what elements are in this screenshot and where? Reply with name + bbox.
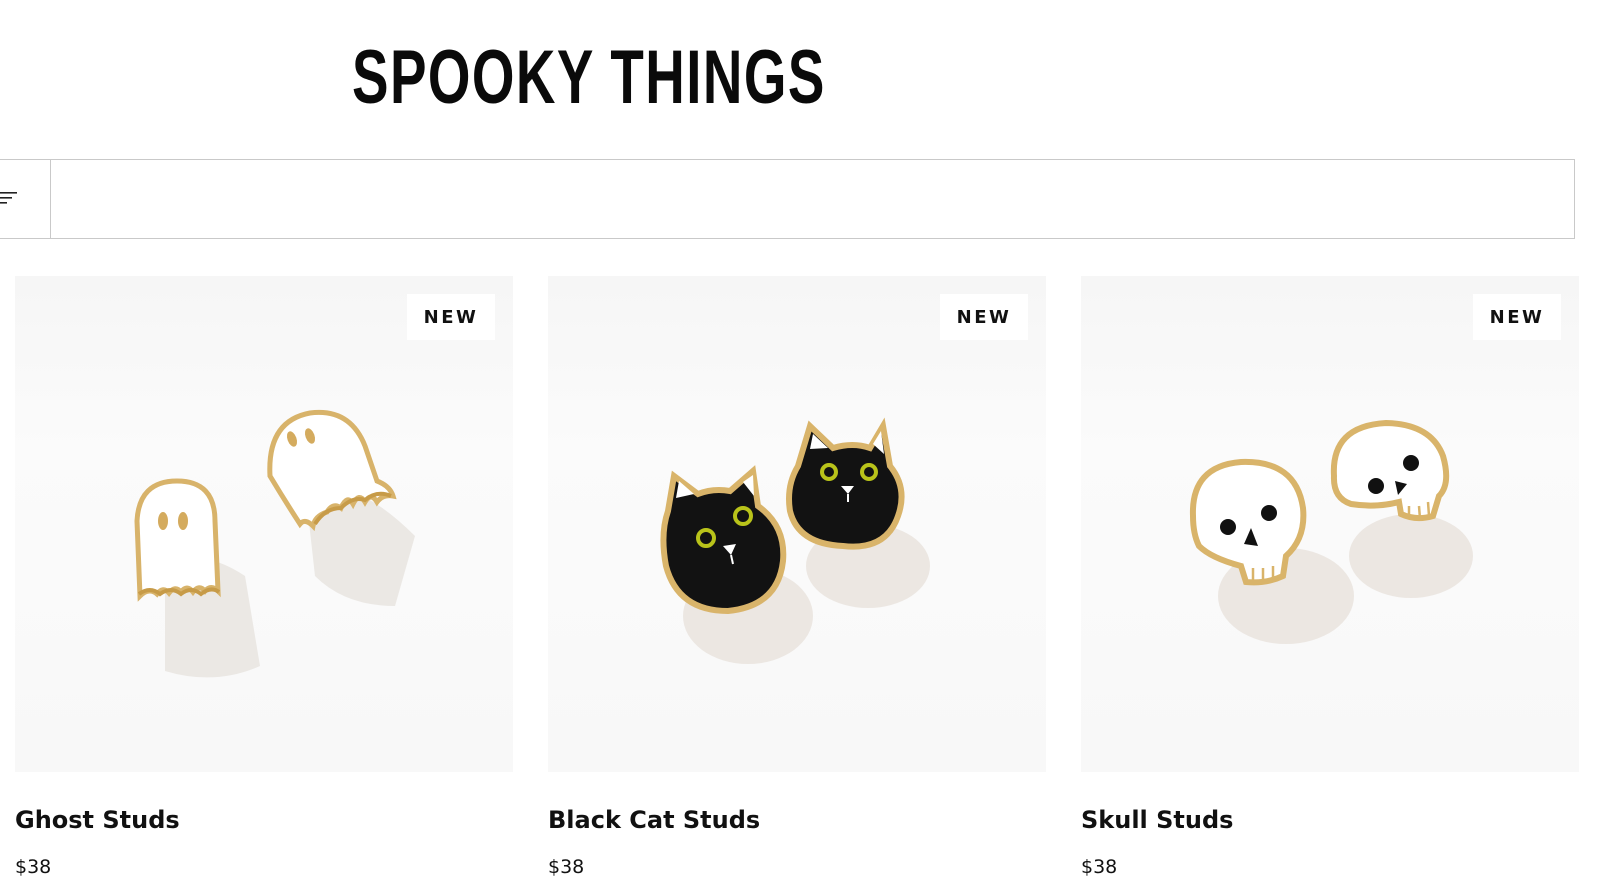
collection-page: SPOOKY THINGS NEW Ghost Studs $38 NEW Bl…	[0, 0, 1600, 896]
product-image-black-cat[interactable]: NEW	[548, 276, 1046, 772]
page-title: SPOOKY THINGS	[352, 35, 826, 120]
product-price: $38	[1081, 856, 1118, 878]
new-badge: NEW	[940, 294, 1028, 340]
product-card[interactable]: NEW Ghost Studs $38	[15, 276, 513, 878]
product-name[interactable]: Black Cat Studs	[548, 806, 760, 834]
product-name[interactable]: Skull Studs	[1081, 806, 1233, 834]
filter-bar	[0, 159, 1575, 239]
skull-studs-image	[1189, 419, 1473, 644]
product-card[interactable]: NEW Skull Studs $38	[1081, 276, 1579, 878]
product-name[interactable]: Ghost Studs	[15, 806, 180, 834]
filter-lines-icon	[0, 190, 19, 206]
new-badge: NEW	[407, 294, 495, 340]
product-image-ghost[interactable]: NEW	[15, 276, 513, 772]
product-price: $38	[548, 856, 585, 878]
product-price: $38	[15, 856, 52, 878]
new-badge: NEW	[1473, 294, 1561, 340]
filter-toggle-button[interactable]	[0, 160, 51, 238]
ghost-studs-image	[134, 409, 415, 678]
product-card[interactable]: NEW Black Cat Studs $38	[548, 276, 1046, 878]
black-cat-studs-image	[660, 417, 930, 664]
product-image-skull[interactable]: NEW	[1081, 276, 1579, 772]
